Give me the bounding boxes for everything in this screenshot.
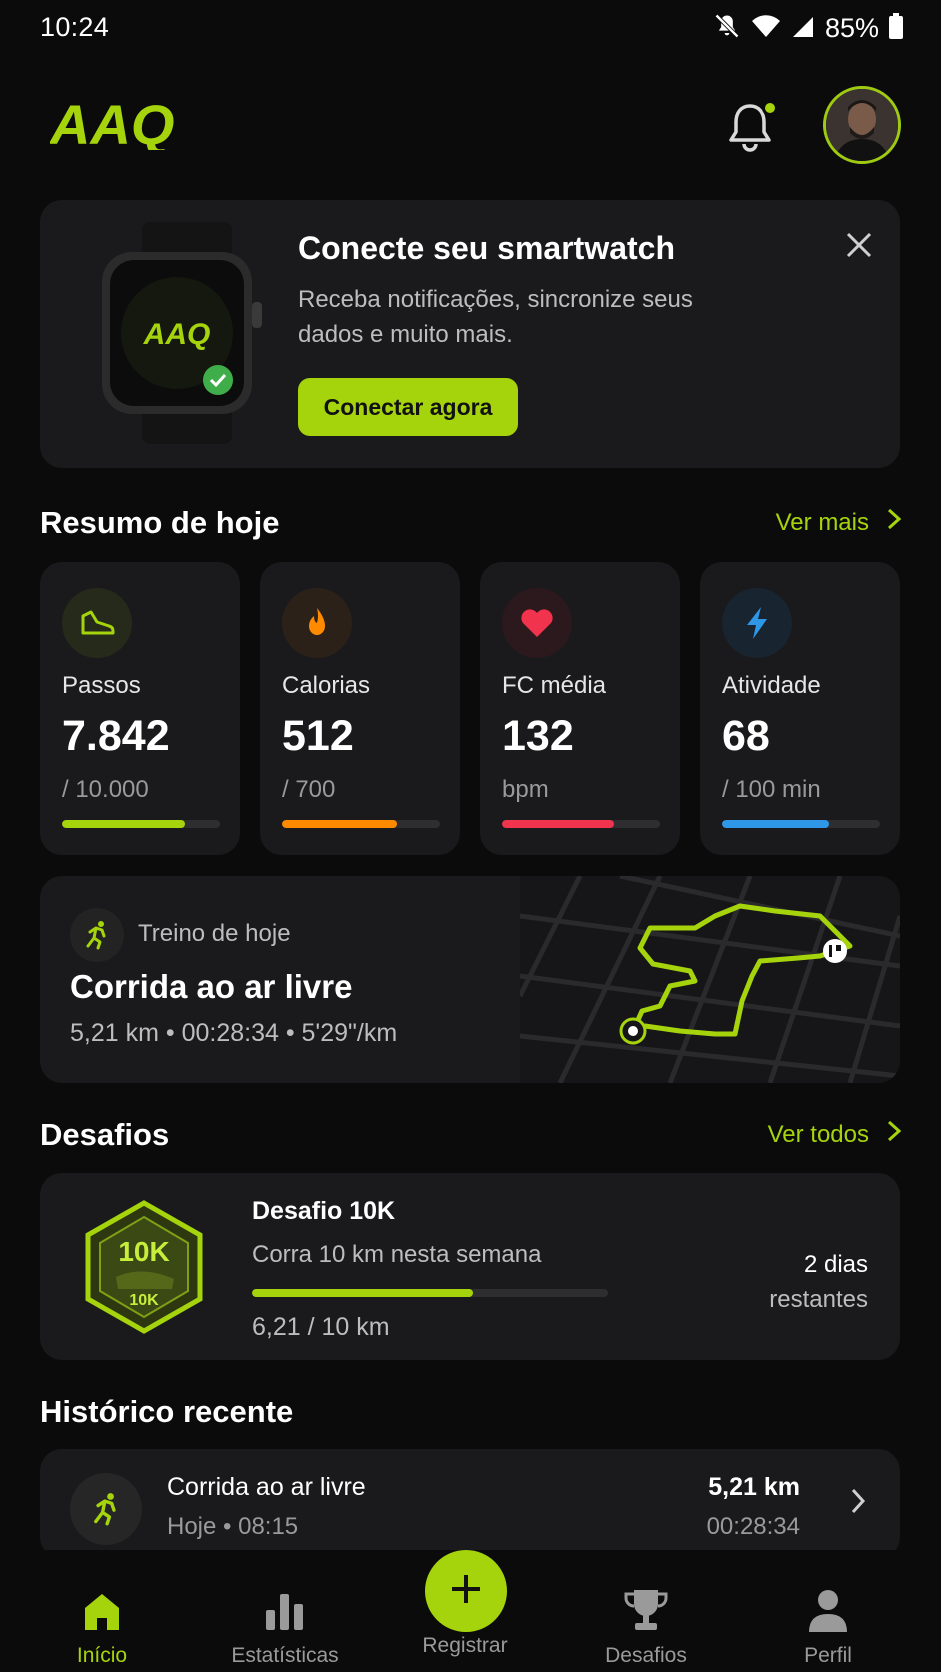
bottom-nav: Início Estatísticas Registrar Desafios P… bbox=[0, 1550, 941, 1672]
metric-progress-fill bbox=[62, 820, 186, 828]
nav-label: Estatísticas bbox=[231, 1644, 339, 1667]
smartwatch-title: Conecte seu smartwatch bbox=[298, 230, 676, 266]
metric-progress-bar bbox=[62, 820, 220, 828]
metric-progress-bar bbox=[722, 820, 880, 828]
nav-profile[interactable]: Perfil bbox=[743, 1580, 913, 1668]
history-title: Histórico recente bbox=[40, 1394, 294, 1429]
history-item-distance: 5,21 km bbox=[708, 1473, 800, 1501]
app-header: AAQ bbox=[0, 80, 941, 170]
today-workout-card[interactable]: Treino de hoje Corrida ao ar livre 5,21 … bbox=[40, 876, 900, 1083]
today-summary-title: Resumo de hoje bbox=[40, 505, 280, 540]
history-item-duration: 00:28:34 bbox=[706, 1513, 800, 1540]
metric-goal: / 100 min bbox=[722, 776, 821, 803]
metric-card-heart-rate[interactable]: FC média 132 bpm bbox=[480, 562, 680, 855]
challenge-description: Corra 10 km nesta semana bbox=[252, 1241, 542, 1268]
bell-icon bbox=[728, 104, 772, 156]
running-icon bbox=[70, 908, 124, 962]
metric-goal: / 700 bbox=[282, 776, 336, 803]
battery-icon bbox=[889, 13, 903, 44]
person-icon bbox=[807, 1580, 849, 1632]
app-logo-text: AAQ bbox=[50, 98, 174, 150]
metric-progress-fill bbox=[282, 820, 398, 828]
metric-card-calories[interactable]: Calorias 512 / 700 bbox=[260, 562, 460, 855]
bar-chart-icon bbox=[264, 1580, 306, 1632]
workout-stats: 5,21 km • 00:28:34 • 5'29"/km bbox=[70, 1019, 398, 1047]
nav-home[interactable]: Início bbox=[17, 1580, 187, 1668]
wifi-icon bbox=[751, 13, 781, 44]
trophy-icon bbox=[623, 1580, 669, 1632]
avatar[interactable] bbox=[823, 86, 901, 164]
svg-text:10K: 10K bbox=[118, 1236, 169, 1267]
chevron-right-icon bbox=[850, 1487, 866, 1520]
challenge-progress-bar bbox=[252, 1289, 608, 1297]
chevron-right-icon bbox=[887, 508, 902, 537]
metric-value: 68 bbox=[722, 712, 770, 760]
metric-goal: / 10.000 bbox=[62, 776, 149, 803]
nav-statistics[interactable]: Estatísticas bbox=[200, 1580, 370, 1668]
metric-unit: bpm bbox=[502, 776, 549, 803]
running-icon bbox=[70, 1473, 142, 1545]
metric-card-activity[interactable]: Atividade 68 / 100 min bbox=[700, 562, 900, 855]
nav-label: Perfil bbox=[804, 1644, 852, 1667]
nav-challenges[interactable]: Desafios bbox=[561, 1580, 731, 1668]
smartwatch-image: AAQ bbox=[92, 222, 282, 444]
challenge-progress-text: 6,21 / 10 km bbox=[252, 1313, 390, 1341]
challenge-progress-fill bbox=[252, 1289, 474, 1297]
home-icon bbox=[81, 1580, 123, 1632]
plus-icon bbox=[449, 1572, 483, 1611]
metric-progress-fill bbox=[502, 820, 615, 828]
status-bar: 10:24 85% bbox=[0, 0, 941, 56]
metric-value: 132 bbox=[502, 712, 574, 760]
notification-bell-button[interactable] bbox=[728, 100, 780, 156]
notification-dot bbox=[762, 100, 778, 116]
workout-label: Treino de hoje bbox=[138, 920, 291, 947]
svg-text:10K: 10K bbox=[129, 1292, 159, 1309]
status-icons: 85% bbox=[713, 12, 903, 45]
see-all-link[interactable]: Ver todos bbox=[767, 1120, 902, 1149]
close-icon[interactable] bbox=[844, 230, 874, 260]
heart-icon bbox=[502, 588, 572, 658]
nav-label: Desafios bbox=[605, 1644, 687, 1667]
challenge-card[interactable]: 10K 10K Desafio 10K Corra 10 km nesta se… bbox=[40, 1173, 900, 1360]
shoe-icon bbox=[62, 588, 132, 658]
metric-progress-bar bbox=[282, 820, 440, 828]
metric-label: Calorias bbox=[282, 672, 371, 699]
connect-now-button[interactable]: Conectar agora bbox=[298, 378, 518, 436]
workout-title: Corrida ao ar livre bbox=[70, 968, 353, 1005]
history-item-title: Corrida ao ar livre bbox=[167, 1473, 366, 1501]
flame-icon bbox=[282, 588, 352, 658]
nav-label: Registrar bbox=[422, 1634, 508, 1657]
metric-progress-bar bbox=[502, 820, 660, 828]
challenge-title: Desafio 10K bbox=[252, 1197, 396, 1225]
metric-label: Passos bbox=[62, 672, 141, 699]
see-all-label: Ver todos bbox=[767, 1120, 869, 1148]
metric-label: Atividade bbox=[722, 672, 821, 699]
metric-value: 7.842 bbox=[62, 712, 170, 760]
register-button[interactable] bbox=[425, 1550, 507, 1632]
metric-card-steps[interactable]: Passos 7.842 / 10.000 bbox=[40, 562, 240, 855]
route-map bbox=[517, 876, 900, 1083]
mute-icon bbox=[713, 12, 741, 45]
metric-value: 512 bbox=[282, 712, 354, 760]
history-item-date: Hoje • 08:15 bbox=[167, 1513, 299, 1540]
battery-percent: 85% bbox=[824, 13, 879, 43]
challenge-days: 2 dias bbox=[803, 1251, 868, 1278]
chevron-right-icon bbox=[887, 1120, 902, 1149]
challenge-remaining: restantes bbox=[769, 1286, 868, 1313]
status-time: 10:24 bbox=[40, 12, 110, 42]
bolt-icon bbox=[722, 588, 792, 658]
challenges-title: Desafios bbox=[40, 1117, 170, 1152]
challenge-badge: 10K 10K bbox=[82, 1199, 206, 1335]
see-more-link[interactable]: Ver mais bbox=[775, 508, 902, 537]
nav-label: Início bbox=[76, 1644, 128, 1667]
signal-icon bbox=[791, 13, 815, 44]
metric-progress-fill bbox=[722, 820, 830, 828]
metric-label: FC média bbox=[502, 672, 607, 699]
history-item[interactable]: Corrida ao ar livre Hoje • 08:15 5,21 km… bbox=[40, 1449, 900, 1559]
smartwatch-description: Receba notificações, sincronize seus dad… bbox=[298, 286, 693, 348]
smartwatch-card: AAQ Conecte seu smartwatch Receba notifi… bbox=[40, 200, 900, 468]
svg-text:AAQ: AAQ bbox=[143, 318, 211, 351]
app-logo: AAQ bbox=[48, 93, 200, 156]
see-more-label: Ver mais bbox=[775, 508, 869, 536]
